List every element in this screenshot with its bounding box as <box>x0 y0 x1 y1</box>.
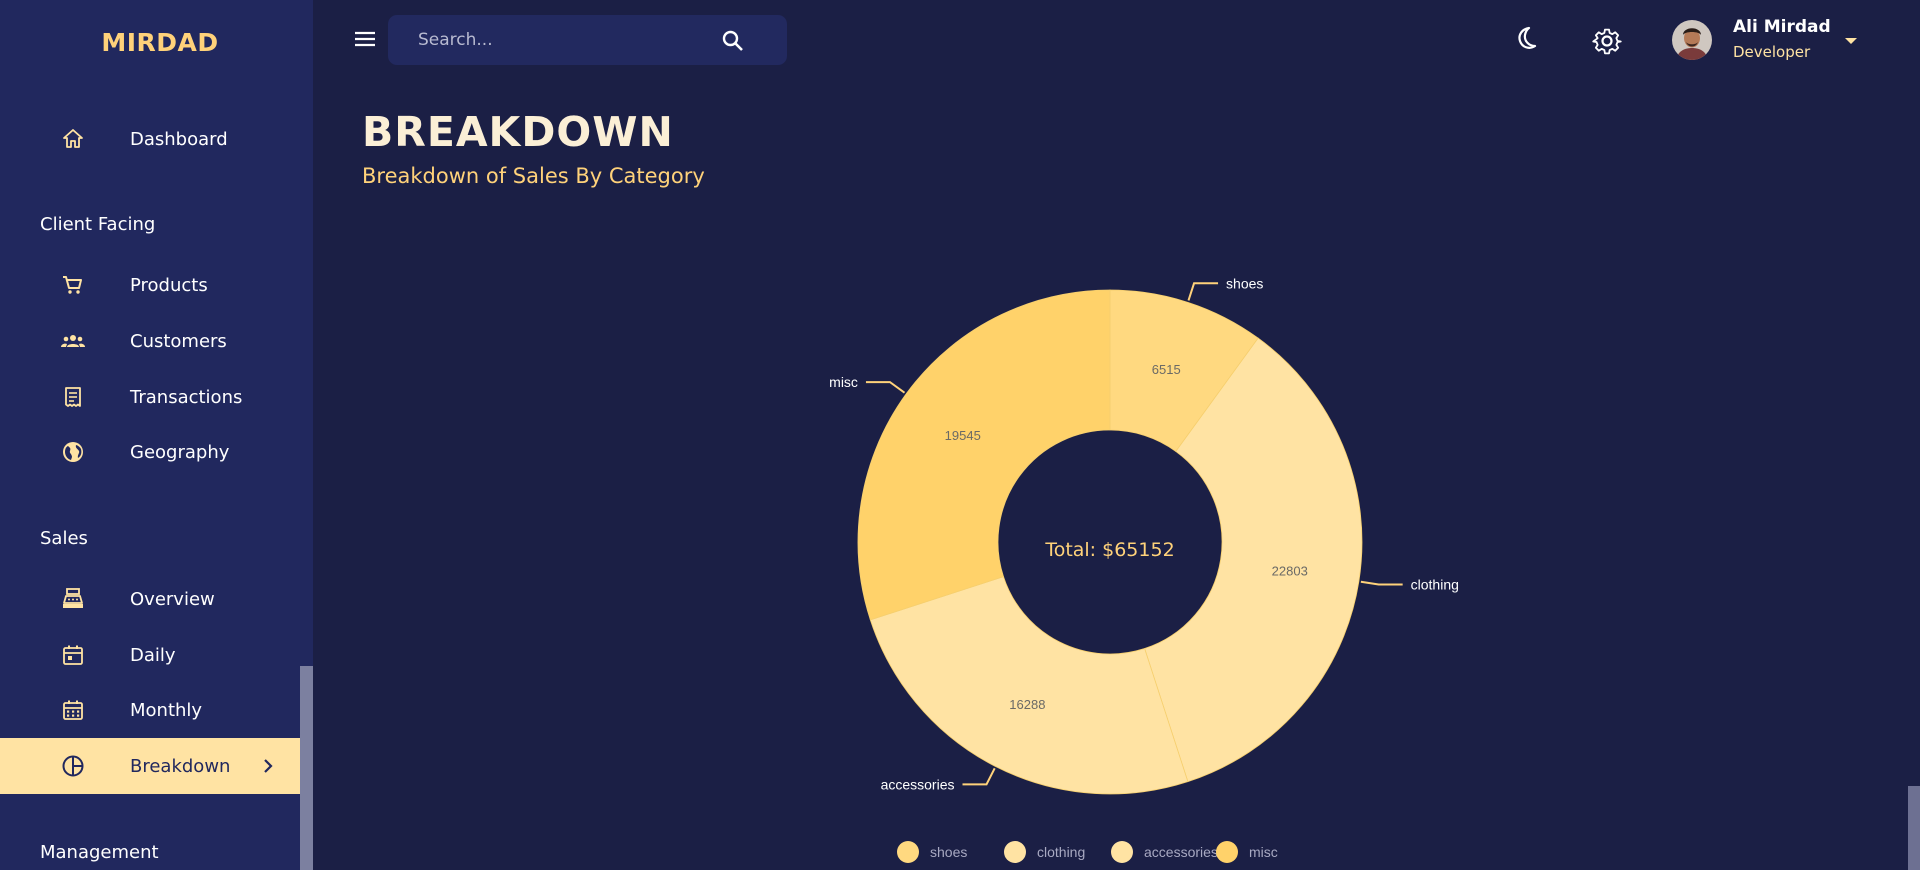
sidebar-item-breakdown[interactable]: Breakdown <box>0 738 300 794</box>
pie-chart-icon <box>60 753 86 779</box>
chart-center-total: Total: $65152 <box>1044 539 1174 561</box>
point-of-sale-icon <box>60 586 86 612</box>
caret-down-icon[interactable] <box>1841 33 1861 47</box>
sidebar-item-label: Daily <box>130 644 176 666</box>
slice-category-label: misc <box>829 374 858 390</box>
menu-icon[interactable] <box>352 26 378 52</box>
slice-link-line <box>962 767 996 786</box>
avatar[interactable] <box>1672 20 1712 60</box>
sidebar-item-label: Monthly <box>130 699 203 721</box>
slice-category-label: shoes <box>1226 275 1263 291</box>
receipt-icon <box>60 384 86 410</box>
brand-logo[interactable]: MIRDAD <box>0 28 320 57</box>
section-title-management: Management <box>40 842 159 863</box>
user-role: Developer <box>1733 43 1811 61</box>
legend-label[interactable]: misc <box>1249 844 1278 860</box>
sidebar-item-transactions[interactable]: Transactions <box>0 369 300 425</box>
section-title-client-facing: Client Facing <box>40 214 156 235</box>
sidebar-item-label: Breakdown <box>130 755 231 777</box>
search-icon[interactable] <box>720 28 746 54</box>
slice-value-label: 22803 <box>1272 563 1308 578</box>
legend-swatch[interactable] <box>1004 841 1026 863</box>
sidebar: MIRDAD Dashboard Client Facing Products … <box>0 0 313 870</box>
slice-category-label: clothing <box>1411 577 1459 593</box>
breakdown-donut-chart: 6515 shoes 22803 clothing 16288 accessories 19… <box>829 275 1459 863</box>
sidebar-scrollbar[interactable] <box>300 666 313 870</box>
sidebar-item-overview[interactable]: Overview <box>0 571 300 627</box>
legend-label[interactable]: clothing <box>1037 844 1085 860</box>
sidebar-item-label: Dashboard <box>130 128 228 150</box>
sidebar-item-label: Customers <box>130 330 227 352</box>
sidebar-item-daily[interactable]: Daily <box>0 627 300 683</box>
slice-value-label: 6515 <box>1152 362 1181 377</box>
pie-slice-misc[interactable] <box>857 289 1111 621</box>
sidebar-item-products[interactable]: Products <box>0 257 300 313</box>
legend-label[interactable]: accessories <box>1144 844 1218 860</box>
sidebar-item-geography[interactable]: Geography <box>0 424 300 480</box>
pie-slice-accessories[interactable] <box>869 576 1189 795</box>
slice-link-line <box>1360 580 1403 586</box>
sidebar-item-label: Overview <box>130 588 215 610</box>
search-input[interactable] <box>418 15 718 65</box>
dark-mode-icon[interactable] <box>1510 24 1540 54</box>
sidebar-item-customers[interactable]: Customers <box>0 313 300 369</box>
calendar-month-icon <box>60 697 86 723</box>
section-title-sales: Sales <box>40 528 88 549</box>
slice-link-line <box>1187 282 1219 301</box>
groups-icon <box>60 328 86 354</box>
legend-label[interactable]: shoes <box>930 844 967 860</box>
globe-icon <box>60 439 86 465</box>
home-icon <box>60 126 86 152</box>
sidebar-item-label: Transactions <box>130 386 243 408</box>
legend-swatch[interactable] <box>897 841 919 863</box>
sidebar-item-label: Products <box>130 274 208 296</box>
main-scrollbar[interactable] <box>1908 786 1920 870</box>
sidebar-item-dashboard[interactable]: Dashboard <box>0 111 300 167</box>
slice-value-label: 16288 <box>1009 697 1045 712</box>
slice-value-label: 19545 <box>945 428 981 443</box>
slice-category-label: accessories <box>881 776 955 792</box>
page-title: BREAKDOWN <box>362 108 674 156</box>
sidebar-item-label: Geography <box>130 441 230 463</box>
legend-swatch[interactable] <box>1111 841 1133 863</box>
settings-gear-icon[interactable] <box>1591 24 1623 56</box>
page-subtitle: Breakdown of Sales By Category <box>362 164 705 188</box>
shopping-cart-icon <box>60 272 86 298</box>
slice-link-line <box>865 381 906 394</box>
calendar-today-icon <box>60 642 86 668</box>
legend-swatch[interactable] <box>1216 841 1238 863</box>
sidebar-item-monthly[interactable]: Monthly <box>0 682 300 738</box>
chevron-right-icon <box>258 756 278 776</box>
user-name[interactable]: Ali Mirdad <box>1733 17 1831 37</box>
